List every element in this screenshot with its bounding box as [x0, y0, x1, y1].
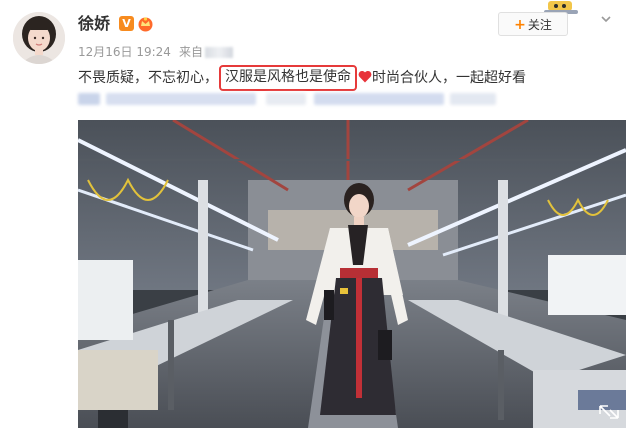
blurred-source — [204, 47, 233, 58]
post-text-part-1: 不畏质疑，不忘初心， — [78, 70, 218, 86]
username[interactable]: 徐娇 — [78, 14, 110, 34]
verified-v-icon: V — [119, 16, 134, 31]
video-frame — [78, 120, 626, 428]
follow-label: 关注 — [527, 18, 552, 32]
follow-button[interactable]: + 关注 — [498, 12, 568, 36]
post-text: 不畏质疑，不忘初心， 汉服是风格也是使命 时尚合伙人，一起超好看 — [78, 65, 526, 91]
avatar[interactable] — [13, 12, 65, 64]
blurred-text-line — [78, 92, 498, 106]
member-crown-icon — [137, 15, 154, 32]
video-player[interactable] — [78, 120, 626, 428]
post-text-part-2: 时尚合伙人，一起超好看 — [372, 70, 526, 86]
highlighted-text: 汉服是风格也是使命 — [219, 65, 357, 91]
plus-icon: + — [514, 17, 526, 33]
post-meta: 12月16日 19:24 来自 — [78, 44, 233, 60]
post-source-prefix: 来自 — [178, 45, 203, 59]
post-date[interactable]: 12月16日 19:24 — [78, 45, 171, 59]
heart-icon — [358, 70, 372, 83]
weibo-post: 徐娇 V 12月16日 19:24 来自 + 关注 不畏质疑，不忘初心， 汉服是风格也… — [0, 0, 640, 441]
chevron-down-icon[interactable] — [600, 10, 612, 23]
